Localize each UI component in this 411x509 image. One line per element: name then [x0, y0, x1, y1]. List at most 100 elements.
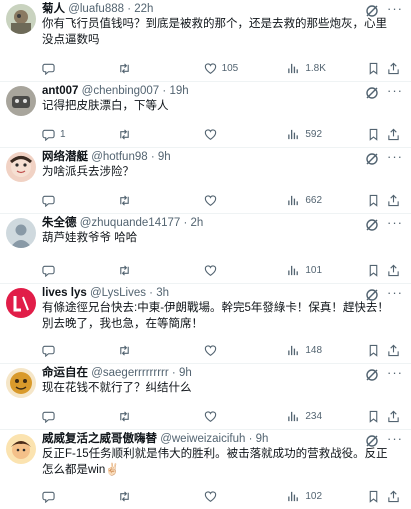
user-name[interactable]: lives lys: [42, 287, 87, 299]
reply-button[interactable]: [42, 194, 118, 207]
like-button[interactable]: [204, 410, 288, 423]
timestamp[interactable]: 9h: [256, 433, 269, 445]
user-handle[interactable]: @hotfun98: [91, 151, 147, 163]
bookmark-button[interactable]: [367, 410, 387, 423]
share-button[interactable]: [387, 410, 403, 423]
reply-button[interactable]: [42, 264, 118, 277]
bookmark-button[interactable]: [367, 264, 387, 277]
views-button[interactable]: 592: [287, 128, 367, 141]
reply-tweet[interactable]: 菊人 @luafu888 · 22h ··· 你有飞行员值钱吗？到底是被救的那个…: [0, 0, 411, 82]
tweet-header: ant007 @chenbing007 · 19h: [42, 82, 403, 98]
reply-tweet[interactable]: lives lys @LysLives · 3h ··· 有條途徑兄台快去:中東…: [0, 284, 411, 364]
reply-tweet[interactable]: 朱全德 @zhuquande14177 · 2h ··· 葫芦娃救爷爷 哈哈 1…: [0, 214, 411, 284]
grok-icon[interactable]: [365, 152, 379, 166]
share-button[interactable]: [387, 264, 403, 277]
bookmark-button[interactable]: [367, 194, 387, 207]
timestamp[interactable]: 9h: [179, 367, 192, 379]
more-icon[interactable]: ···: [387, 215, 403, 231]
user-handle[interactable]: @saegerrrrrrrrr: [91, 367, 168, 379]
avatar[interactable]: [6, 288, 36, 318]
user-handle[interactable]: @LysLives: [90, 287, 146, 299]
bookmark-button[interactable]: [367, 490, 387, 503]
views-button[interactable]: 101: [287, 264, 367, 277]
reply-button[interactable]: [42, 490, 118, 503]
retweet-button[interactable]: [118, 264, 204, 277]
like-button[interactable]: [204, 490, 288, 503]
like-button[interactable]: [204, 264, 288, 277]
share-button[interactable]: [387, 62, 403, 75]
more-icon[interactable]: ···: [387, 1, 403, 17]
user-name[interactable]: 菊人: [42, 3, 65, 15]
grok-icon[interactable]: [365, 86, 379, 100]
retweet-button[interactable]: [118, 344, 204, 357]
user-handle[interactable]: @weiweizaicifuh: [160, 433, 245, 445]
grok-icon[interactable]: [365, 368, 379, 382]
like-button[interactable]: 105: [204, 62, 288, 75]
timestamp[interactable]: 19h: [169, 85, 188, 97]
user-name[interactable]: 威威复活之威哥傲嗨替: [42, 433, 157, 445]
views-icon: [288, 265, 299, 275]
timestamp[interactable]: 9h: [158, 151, 171, 163]
avatar[interactable]: [6, 152, 36, 182]
reply-tweet[interactable]: 命运自在 @saegerrrrrrrrr · 9h ··· 现在花钱不就行了？纠…: [0, 364, 411, 430]
reply-button[interactable]: [42, 344, 118, 357]
retweet-button[interactable]: [118, 490, 204, 503]
more-icon[interactable]: ···: [387, 431, 403, 447]
views-button[interactable]: 662: [287, 194, 367, 207]
view-count: 101: [305, 264, 323, 276]
user-handle[interactable]: @zhuquande14177: [80, 217, 181, 229]
timestamp[interactable]: 3h: [156, 287, 169, 299]
reply-button[interactable]: [42, 62, 118, 75]
more-icon[interactable]: ···: [387, 285, 403, 301]
retweet-button[interactable]: [118, 128, 204, 141]
user-name[interactable]: ant007: [42, 85, 78, 97]
avatar[interactable]: [6, 368, 36, 398]
share-button[interactable]: [387, 128, 403, 141]
views-button[interactable]: 234: [287, 410, 367, 423]
grok-icon[interactable]: [365, 218, 379, 232]
heart-icon: [204, 62, 216, 74]
like-button[interactable]: [204, 194, 288, 207]
retweet-button[interactable]: [118, 410, 204, 423]
view-count: 662: [305, 194, 323, 206]
share-button[interactable]: [387, 344, 403, 357]
retweet-button[interactable]: [118, 62, 204, 75]
like-button[interactable]: [204, 344, 288, 357]
timestamp[interactable]: 2h: [191, 217, 204, 229]
avatar[interactable]: [6, 4, 36, 34]
share-button[interactable]: [387, 194, 403, 207]
reply-button[interactable]: 1: [42, 128, 118, 141]
bookmark-button[interactable]: [367, 344, 387, 357]
reply-tweet[interactable]: 网络潜艇 @hotfun98 · 9h ··· 为啥派兵去涉险？ 662: [0, 148, 411, 214]
more-icon[interactable]: ···: [387, 149, 403, 165]
grok-icon[interactable]: [365, 434, 379, 448]
user-handle[interactable]: @chenbing007: [82, 85, 160, 97]
tweet-header: 命运自在 @saegerrrrrrrrr · 9h: [42, 364, 403, 380]
timestamp[interactable]: 22h: [134, 3, 153, 15]
views-button[interactable]: 102: [287, 490, 367, 503]
user-name[interactable]: 网络潜艇: [42, 151, 88, 163]
user-handle[interactable]: @luafu888: [68, 3, 124, 15]
views-button[interactable]: 1.8K: [287, 62, 367, 75]
bookmark-button[interactable]: [367, 128, 387, 141]
avatar[interactable]: [6, 218, 36, 248]
more-icon[interactable]: ···: [387, 83, 403, 99]
reply-icon: [42, 63, 55, 75]
user-name[interactable]: 朱全德: [42, 217, 77, 229]
retweet-button[interactable]: [118, 194, 204, 207]
tweet-text: 反正F-15任务顺利就是伟大的胜利。被击落就成功的营救战役。反正怎么都是win✌…: [42, 448, 388, 476]
separator-dot: ·: [248, 433, 253, 445]
bookmark-button[interactable]: [367, 62, 387, 75]
reply-tweet[interactable]: 威威复活之威哥傲嗨替 @weiweizaicifuh · 9h ··· 反正F-…: [0, 430, 411, 509]
share-button[interactable]: [387, 490, 403, 503]
avatar[interactable]: [6, 434, 36, 464]
reply-button[interactable]: [42, 410, 118, 423]
user-name[interactable]: 命运自在: [42, 367, 88, 379]
more-icon[interactable]: ···: [387, 365, 403, 381]
like-button[interactable]: [204, 128, 288, 141]
grok-icon[interactable]: [365, 288, 379, 302]
reply-tweet[interactable]: ant007 @chenbing007 · 19h ··· 记得把皮肤漂白，下等…: [0, 82, 411, 148]
grok-icon[interactable]: [365, 4, 379, 18]
views-button[interactable]: 148: [287, 344, 367, 357]
avatar[interactable]: [6, 86, 36, 116]
